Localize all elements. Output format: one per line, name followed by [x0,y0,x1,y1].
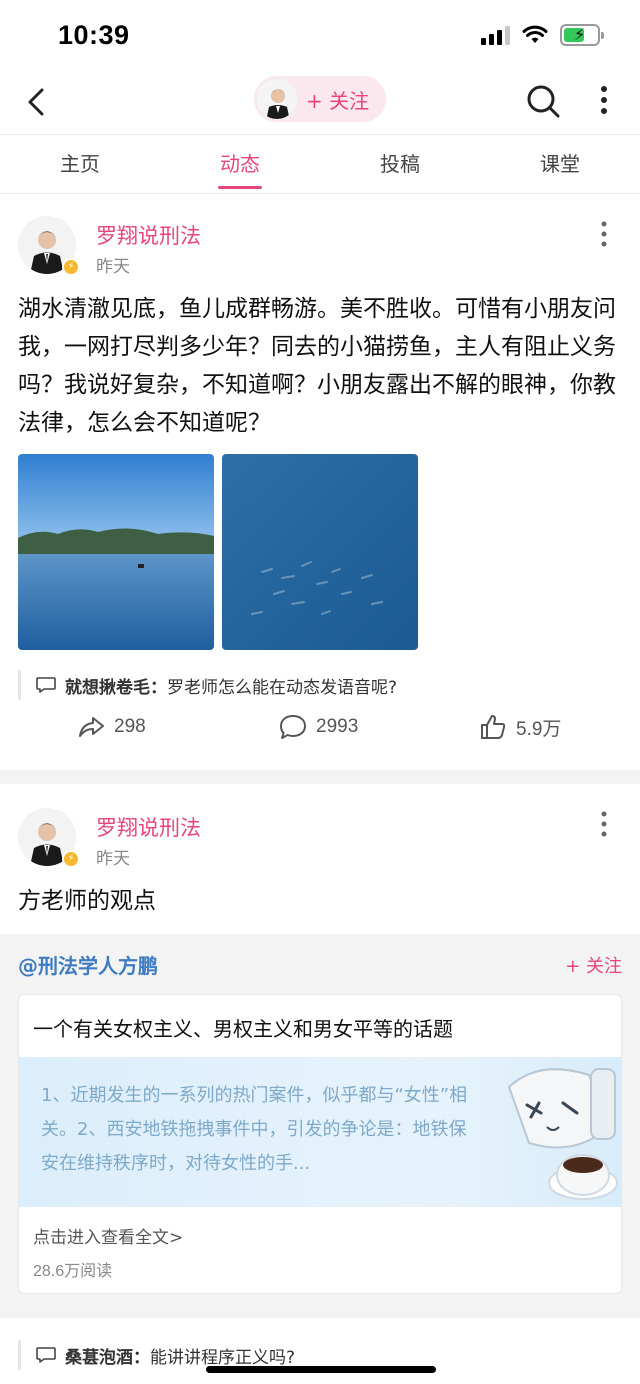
tab-dynamics[interactable]: 动态 [160,135,320,193]
post-text: 方老师的观点 [18,888,156,914]
comment-count: 2993 [316,716,359,737]
status-bar: 10:39 ⚡ [0,0,640,72]
comment-preview[interactable]: 就想揪卷毛： 罗老师怎么能在动态发语音呢? [18,670,397,700]
tab-home[interactable]: 主页 [0,135,160,193]
author-name[interactable]: 罗翔说刑法 [96,220,201,250]
search-icon[interactable] [524,82,562,120]
commenter-name[interactable]: 桑葚泡酒： [65,1343,150,1368]
article-illustration-icon [507,1068,618,1200]
avatar [256,78,298,120]
verified-badge-icon: ⚡ [62,258,80,276]
quoted-post: @刑法学人方鹏 + 关注 一个有关女权主义、男权主义和男女平等的话题 1、近期发… [0,934,640,1318]
share-button[interactable]: 298 [76,712,146,742]
verified-badge-icon: ⚡ [62,850,80,868]
like-count: 5.9万 [516,718,562,740]
author-name[interactable]: 罗翔说刑法 [96,812,201,842]
wifi-icon [522,25,548,43]
share-icon [79,717,104,737]
profile-tabs: 主页 动态 投稿 课堂 [0,134,640,194]
like-button[interactable]: 5.9万 [478,712,561,742]
post-actions: 298 2993 5.9万 [0,712,640,758]
post-image-lake[interactable] [18,454,214,650]
comment-text: 罗老师怎么能在动态发语音呢? [167,677,398,698]
battery-icon: ⚡ [560,24,604,46]
post-text: 湖水清澈见底，鱼儿成群畅游。美不胜收。可惜有小朋友问我，一网打尽判多少年？同去的… [18,296,616,436]
comment-text: 能讲讲程序正义吗? [150,1347,296,1368]
status-icons: ⚡ [481,24,604,46]
status-time: 10:39 [58,20,130,50]
tab-submissions[interactable]: 投稿 [320,135,480,193]
comment-icon [280,715,306,739]
post-time: 昨天 [96,257,130,277]
post-image-fish[interactable] [222,454,418,650]
read-full-link[interactable]: 点击进入查看全文> [33,1223,183,1248]
nav-bar: + 关注 [0,72,640,132]
article-banner: 1、近期发生的一系列的热门案件，似乎都与“女性”相关。2、西安地铁拖拽事件中，引… [19,1057,621,1207]
follow-button[interactable]: + 关注 [565,952,622,978]
article-title: 一个有关女权主义、男权主义和男女平等的话题 [33,1017,453,1041]
commenter-name[interactable]: 就想揪卷毛： [65,673,167,698]
post-more-icon[interactable] [596,220,612,248]
comment-button[interactable]: 2993 [278,712,358,742]
post-more-icon[interactable] [596,810,612,838]
post-card: ⚡ 罗翔说刑法 昨天 方老师的观点 [0,786,640,934]
post-divider [0,770,640,784]
more-icon[interactable] [592,84,616,116]
comment-bubble-icon [36,677,56,693]
follow-pill[interactable]: + 关注 [254,76,386,122]
avatar[interactable]: ⚡ [18,216,80,276]
article-excerpt: 1、近期发生的一系列的热门案件，似乎都与“女性”相关。2、西安地铁拖拽事件中，引… [41,1085,468,1174]
post-time: 昨天 [96,849,130,869]
tab-classroom[interactable]: 课堂 [480,135,640,193]
share-count: 298 [114,716,146,737]
article-card[interactable]: 一个有关女权主义、男权主义和男女平等的话题 1、近期发生的一系列的热门案件，似乎… [18,994,622,1294]
quoted-user[interactable]: @刑法学人方鹏 [18,950,158,979]
like-icon [481,715,506,739]
follow-button[interactable]: + 关注 [306,85,369,114]
comment-bubble-icon [36,1347,56,1363]
signal-icon [481,25,510,45]
read-count: 28.6万阅读 [33,1263,113,1280]
avatar[interactable]: ⚡ [18,808,80,868]
back-icon[interactable] [20,84,56,120]
home-indicator [206,1366,436,1373]
